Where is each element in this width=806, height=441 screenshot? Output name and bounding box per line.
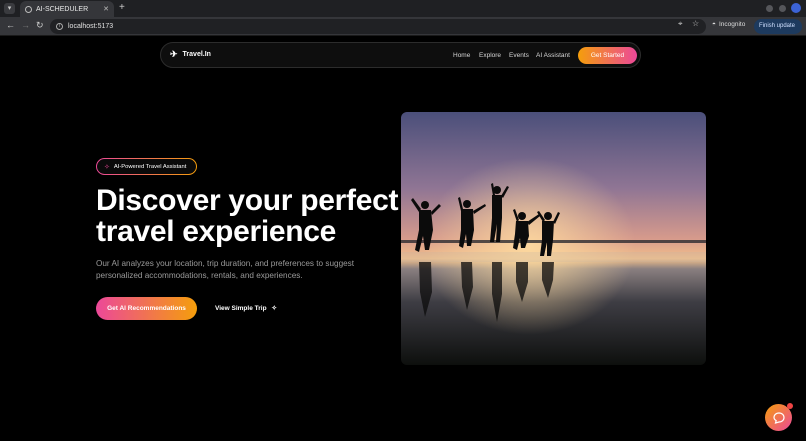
address-bar[interactable]: i localhost:5173	[50, 19, 706, 34]
site-info-icon[interactable]: i	[56, 23, 63, 30]
incognito-label: Incognito	[718, 21, 746, 28]
browser-tab[interactable]: AI-SCHEDULER ✕	[20, 1, 114, 17]
headline-line-1: Discover your perfect	[96, 184, 399, 217]
browser-toolbar: ← → ↻ i localhost:5173 ⌖ ☆ ◓ Incognito F…	[0, 17, 806, 36]
tab-title: AI-SCHEDULER	[36, 5, 89, 13]
incognito-indicator[interactable]: ◓ Incognito	[712, 21, 745, 28]
beach-sunset-silhouettes-image	[401, 112, 706, 365]
get-ai-recommendations-button[interactable]: Get AI Recommendations	[96, 297, 197, 320]
chat-icon	[772, 411, 785, 424]
minimize-icon[interactable]	[766, 5, 773, 12]
airplane-icon: ✈	[170, 49, 178, 59]
location-icon[interactable]: ⌖	[678, 19, 683, 29]
headline-line-2: travel experience	[96, 215, 337, 248]
profile-avatar[interactable]	[791, 3, 801, 13]
nav-link-events[interactable]: Events	[509, 52, 529, 59]
hero-headline: Discover your perfect travel experience	[96, 185, 406, 247]
sparkle-icon: ✧	[271, 305, 277, 312]
brand-name: Travel.In	[182, 51, 211, 58]
back-icon[interactable]: ←	[6, 20, 15, 30]
finish-update-button[interactable]: Finish update	[754, 19, 802, 34]
nav-link-ai-assistant[interactable]: AI Assistant	[536, 52, 570, 59]
get-started-button[interactable]: Get Started	[578, 47, 637, 64]
close-icon[interactable]: ✕	[103, 5, 109, 13]
nav-link-explore[interactable]: Explore	[479, 52, 501, 59]
hero-subtext: Our AI analyzes your location, trip dura…	[96, 259, 355, 280]
maximize-icon[interactable]	[779, 5, 786, 12]
nav-link-home[interactable]: Home	[453, 52, 470, 59]
incognito-icon: ◓	[712, 21, 716, 28]
view-simple-trip-label: View Simple Trip	[215, 304, 267, 312]
globe-icon	[25, 5, 32, 13]
url-text: localhost:5173	[68, 23, 114, 30]
browser-tab-bar: ▾ AI-SCHEDULER ✕ +	[0, 0, 806, 17]
reload-icon[interactable]: ↻	[36, 20, 44, 31]
tab-search-button[interactable]: ▾	[4, 3, 15, 14]
sparkle-icon: ✧	[104, 163, 110, 171]
brand[interactable]: ✈ Travel.In	[170, 49, 211, 60]
forward-icon[interactable]: →	[21, 20, 30, 30]
ai-badge: ✧ AI-Powered Travel Assistant	[96, 158, 197, 175]
view-simple-trip-button[interactable]: View Simple Trip ✧	[215, 304, 277, 313]
site-navbar: ✈ Travel.In Home Explore Events AI Assis…	[160, 42, 641, 68]
bookmark-star-icon[interactable]: ☆	[692, 19, 699, 28]
new-tab-button[interactable]: +	[119, 2, 125, 13]
notification-dot	[787, 403, 793, 409]
badge-label: AI-Powered Travel Assistant	[113, 163, 187, 170]
